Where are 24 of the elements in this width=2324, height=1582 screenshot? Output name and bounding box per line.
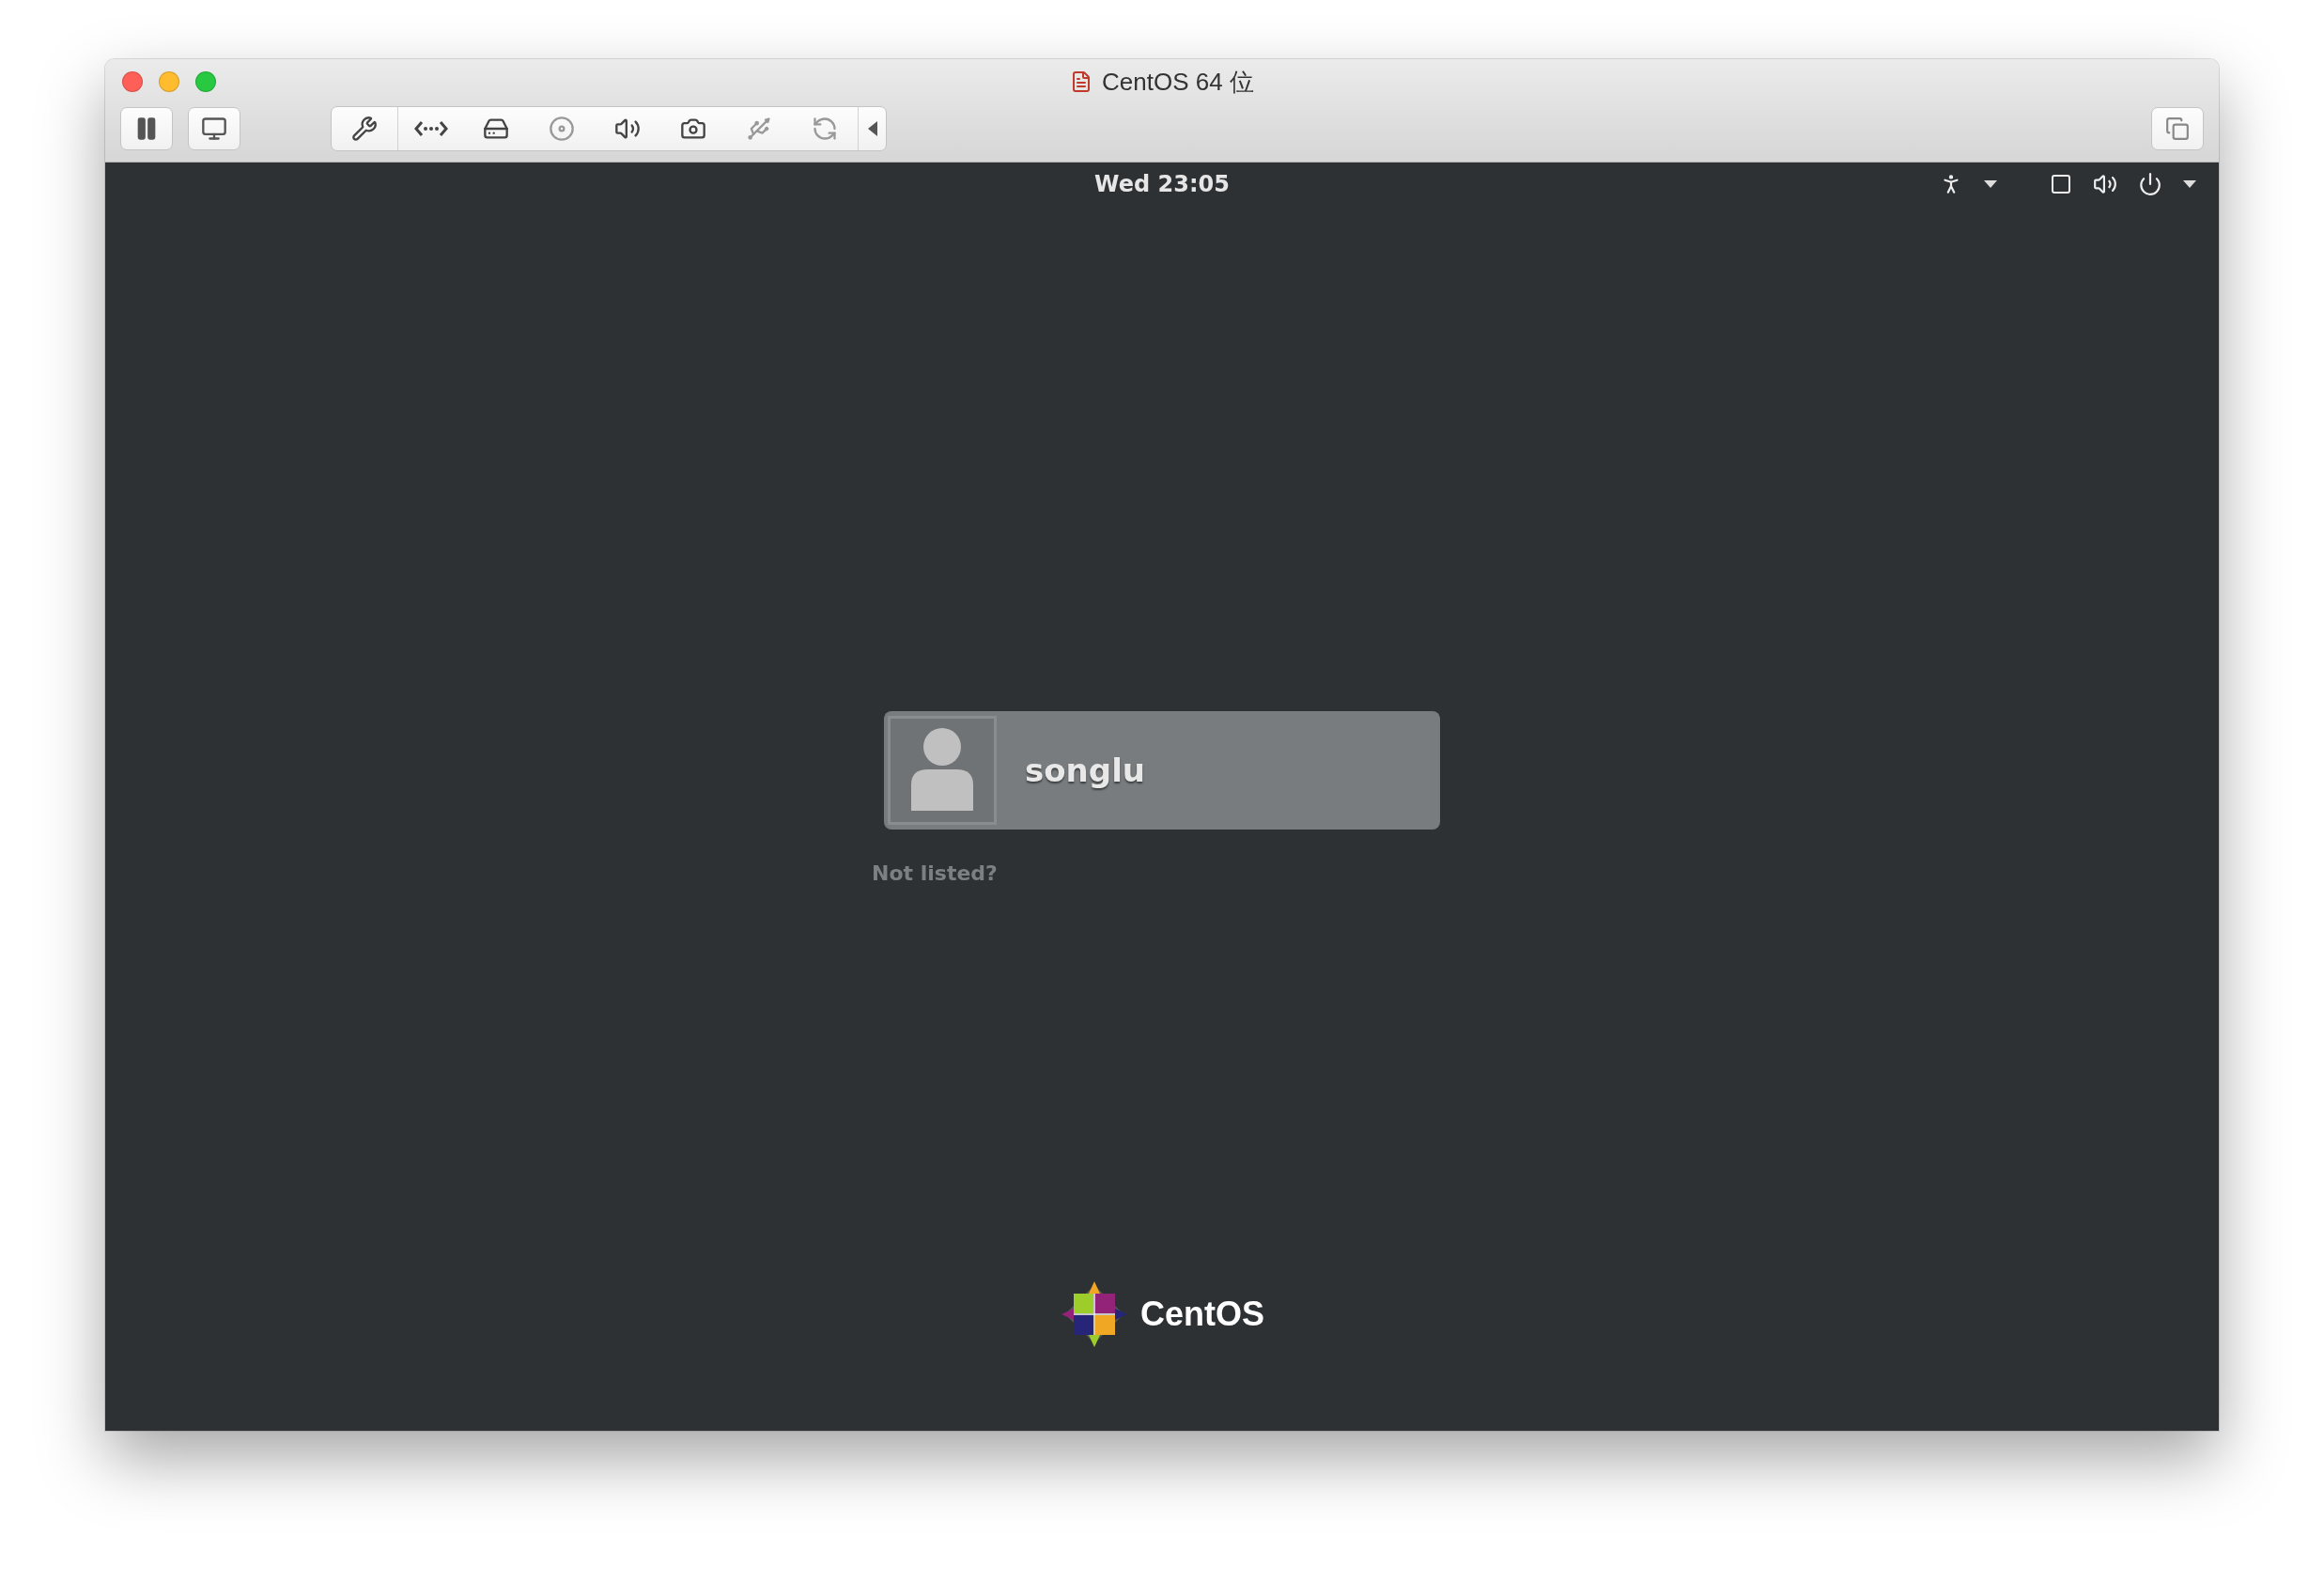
user-name: songlu [1025,752,1145,789]
wrench-icon [351,116,378,142]
snapshot-button[interactable] [188,107,240,150]
user-item[interactable]: songlu [884,711,1440,830]
window-copy-button[interactable] [2151,107,2204,150]
power-icon [2138,172,2162,196]
volume-icon [2093,172,2117,196]
triangle-icon [867,121,877,136]
monitor-icon [201,116,227,142]
disc-icon [549,116,575,142]
clock[interactable]: Wed 23:05 [1094,171,1230,197]
window-title: CentOS 64 位 [1102,66,1254,98]
display-icon [2050,173,2072,195]
network-icon [413,119,448,138]
sync-icon [812,116,838,142]
pause-button[interactable] [120,107,173,150]
caret-icon[interactable] [2183,180,2196,188]
caret-icon[interactable] [1984,180,1997,188]
logo-text: CentOS [1140,1295,1264,1334]
copy-icon [2165,116,2190,141]
usb-icon [746,116,772,142]
not-listed-link[interactable]: Not listed? [872,861,998,885]
logo-icon [1060,1280,1129,1349]
close-button[interactable] [122,71,143,92]
